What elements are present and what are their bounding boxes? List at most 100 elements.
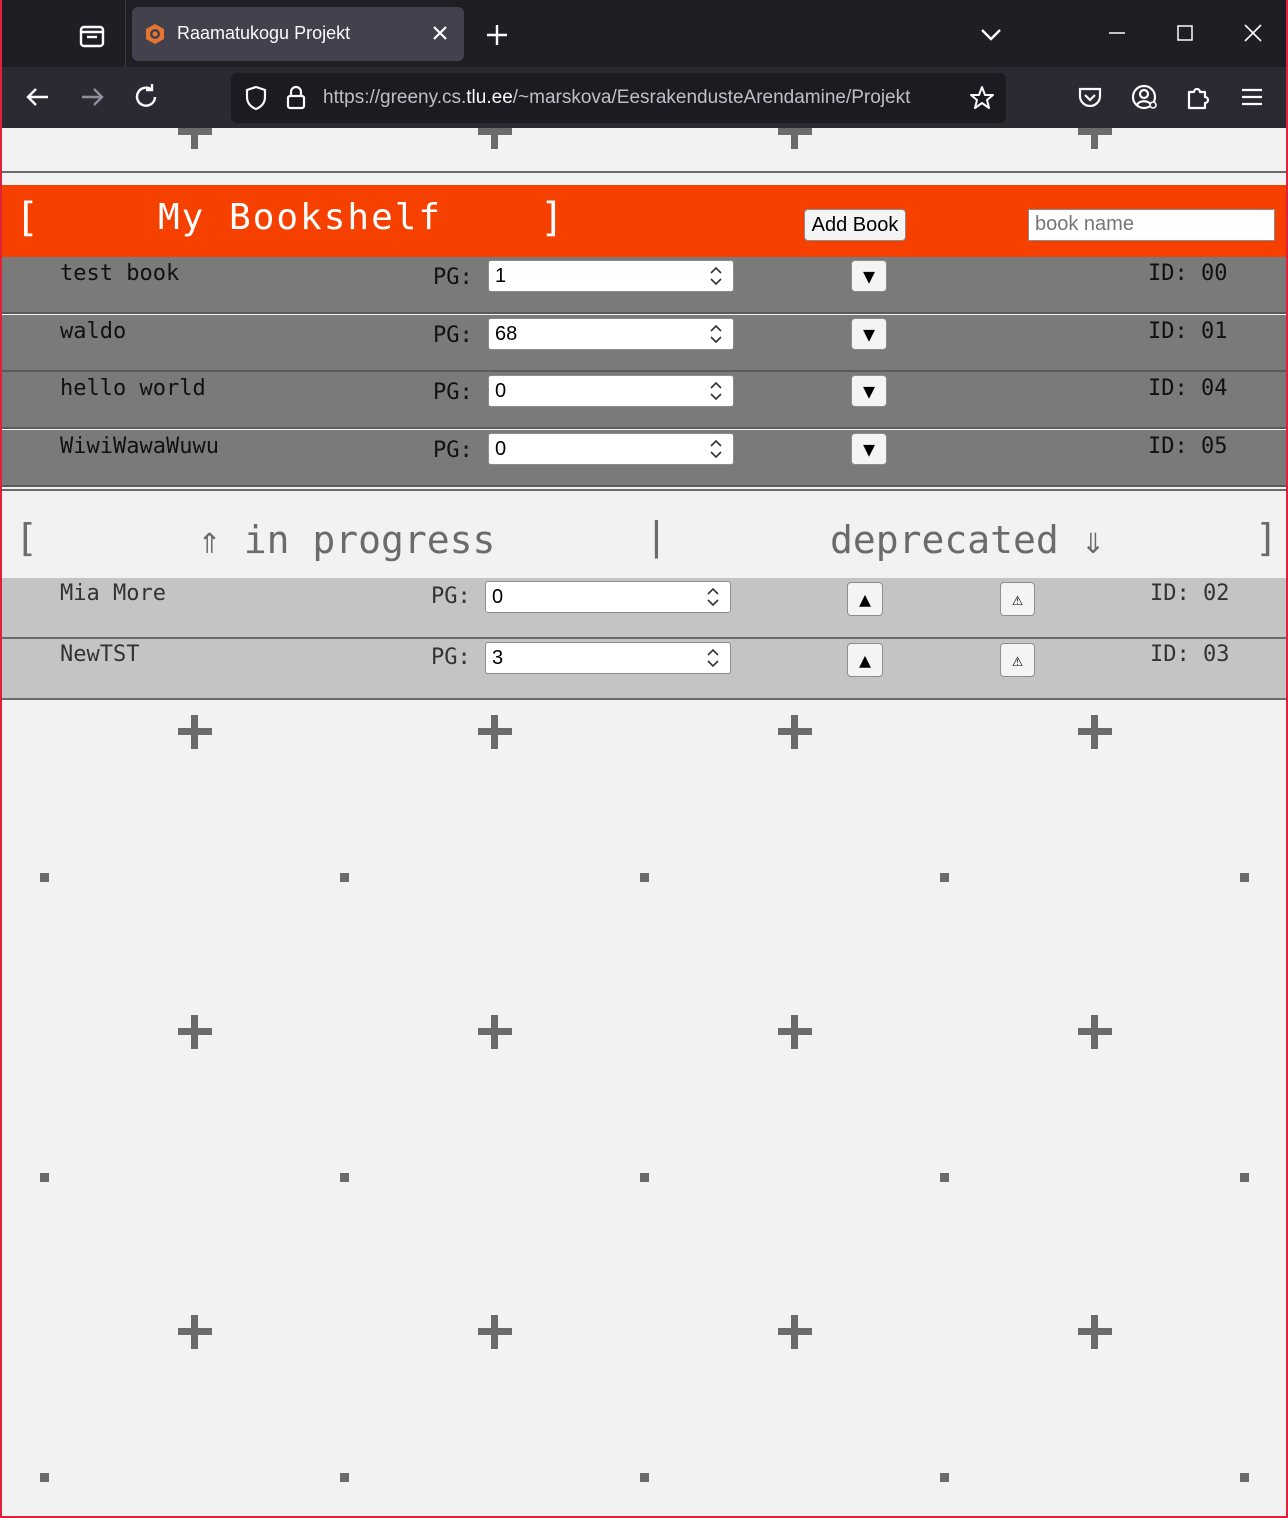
tab-close-icon[interactable]: [428, 21, 452, 45]
background-plus-mark: [778, 128, 812, 149]
page-label: PG:: [433, 380, 473, 405]
tab-separator: [125, 0, 126, 67]
move-to-bookshelf-button[interactable]: ▲: [847, 582, 883, 616]
url-bar[interactable]: https://greeny.cs.tlu.ee/~marskova/Eesra…: [231, 73, 1006, 123]
background-dot-mark: [640, 1173, 649, 1182]
back-arrow-icon[interactable]: [22, 81, 54, 113]
bookshelf-header: [ My Bookshelf ] Add Book book name: [0, 185, 1288, 257]
section-divider: |: [645, 514, 668, 558]
background-plus-mark: [478, 715, 512, 749]
book-name: waldo: [60, 318, 127, 344]
page-number-input[interactable]: 3: [485, 642, 731, 674]
lock-icon[interactable]: [284, 85, 308, 111]
page-viewport: [ My Bookshelf ] Add Book book name test…: [0, 128, 1288, 1518]
list-all-tabs-icon[interactable]: [978, 22, 1004, 48]
background-dot-mark: [340, 1473, 349, 1482]
page-label: PG:: [433, 265, 473, 290]
background-plus-mark: [178, 128, 212, 149]
background-dot-mark: [1240, 1173, 1249, 1182]
background-plus-mark: [1078, 1315, 1112, 1349]
book-id: ID: 04: [1148, 376, 1228, 401]
background-plus-mark: [178, 1015, 212, 1049]
book-id: ID: 02: [1150, 581, 1230, 606]
hamburger-menu-icon[interactable]: [1237, 82, 1267, 112]
pocket-icon[interactable]: [1075, 82, 1105, 112]
deprecate-warning-button[interactable]: ⚠: [1000, 582, 1035, 616]
header-bracket-right: ]: [540, 195, 565, 241]
spinner-arrows-icon[interactable]: [706, 647, 720, 669]
account-icon[interactable]: [1129, 82, 1159, 112]
background-dot-mark: [640, 1473, 649, 1482]
background-dot-mark: [1240, 1473, 1249, 1482]
background-plus-mark: [1078, 128, 1112, 149]
page-number-input[interactable]: 1: [488, 260, 734, 292]
book-id: ID: 05: [1148, 433, 1228, 459]
spinner-arrows-icon[interactable]: [709, 323, 723, 345]
browser-tab-active[interactable]: Raamatukogu Projekt: [132, 7, 464, 61]
page-number-input[interactable]: 0: [488, 375, 734, 407]
site-favicon-icon: [144, 23, 166, 45]
page-number-input[interactable]: 0: [488, 432, 734, 465]
section-bar: [ ⇑ in progress | deprecated ⇓ ]: [0, 508, 1288, 578]
bookshelf-row: test book PG: 1 ▼ ID: 00: [0, 257, 1288, 314]
forward-arrow-icon[interactable]: [76, 81, 108, 113]
background-dot-mark: [340, 1173, 349, 1182]
reload-icon[interactable]: [130, 81, 162, 113]
page-number-input[interactable]: 68: [488, 317, 734, 350]
book-name: Mia More: [60, 581, 166, 606]
background-dot-mark: [40, 1473, 49, 1482]
extensions-puzzle-icon[interactable]: [1183, 82, 1213, 112]
page-label: PG:: [433, 322, 473, 348]
url-text[interactable]: https://greeny.cs.tlu.ee/~marskova/Eesra…: [323, 87, 958, 109]
move-to-progress-button[interactable]: ▼: [851, 317, 887, 350]
book-name: test book: [60, 261, 180, 286]
book-id: ID: 00: [1148, 261, 1228, 286]
background-dot-mark: [1240, 873, 1249, 882]
window-maximize-icon[interactable]: [1172, 20, 1198, 46]
book-name: WiwiWawaWuwu: [60, 433, 219, 459]
move-to-bookshelf-button[interactable]: ▲: [847, 643, 883, 677]
page-number-input[interactable]: 0: [485, 581, 731, 613]
background-plus-mark: [478, 1015, 512, 1049]
deprecated-label: deprecated ⇓: [830, 518, 1105, 562]
move-to-progress-button[interactable]: ▼: [851, 432, 887, 465]
browser-navbar: https://greeny.cs.tlu.ee/~marskova/Eesra…: [0, 67, 1288, 128]
spinner-arrows-icon[interactable]: [706, 586, 720, 608]
browser-titlebar: Raamatukogu Projekt: [0, 0, 1288, 67]
new-tab-icon[interactable]: [482, 20, 512, 50]
background-plus-mark: [178, 1315, 212, 1349]
tab-list-icon[interactable]: [74, 18, 110, 54]
book-name: NewTST: [60, 642, 140, 667]
page-label: PG:: [431, 584, 471, 609]
in-progress-row: Mia More PG: 0 ▲ ⚠ ID: 02: [0, 578, 1288, 639]
spinner-arrows-icon[interactable]: [709, 438, 723, 460]
book-name: hello world: [60, 376, 206, 401]
book-name-input[interactable]: book name: [1028, 209, 1275, 241]
background-plus-mark: [478, 1315, 512, 1349]
bookmark-star-icon[interactable]: [969, 85, 995, 111]
window-close-icon[interactable]: [1240, 20, 1266, 46]
add-book-button[interactable]: Add Book: [804, 209, 906, 241]
background-dot-mark: [40, 1173, 49, 1182]
section-bracket-right: ]: [1255, 516, 1278, 560]
section-bracket-left: [: [15, 516, 38, 560]
background-dot-mark: [940, 1173, 949, 1182]
background-dot-mark: [940, 873, 949, 882]
book-id: ID: 03: [1150, 642, 1230, 667]
spinner-arrows-icon[interactable]: [709, 380, 723, 402]
background-plus-mark: [178, 715, 212, 749]
bookshelf-row: WiwiWawaWuwu PG: 0 ▼ ID: 05: [0, 429, 1288, 487]
book-id: ID: 01: [1148, 318, 1228, 344]
background-dot-mark: [640, 873, 649, 882]
window-minimize-icon[interactable]: [1104, 20, 1130, 46]
header-bracket-left: [: [15, 195, 40, 241]
deprecate-warning-button[interactable]: ⚠: [1000, 643, 1035, 677]
bookshelf-row: hello world PG: 0 ▼ ID: 04: [0, 372, 1288, 429]
tracking-protection-shield-icon[interactable]: [243, 85, 269, 111]
spinner-arrows-icon[interactable]: [709, 265, 723, 287]
background-plus-mark: [778, 715, 812, 749]
move-to-progress-button[interactable]: ▼: [851, 260, 887, 292]
background-plus-mark: [1078, 1015, 1112, 1049]
move-to-progress-button[interactable]: ▼: [851, 375, 887, 407]
top-divider: [0, 171, 1288, 173]
